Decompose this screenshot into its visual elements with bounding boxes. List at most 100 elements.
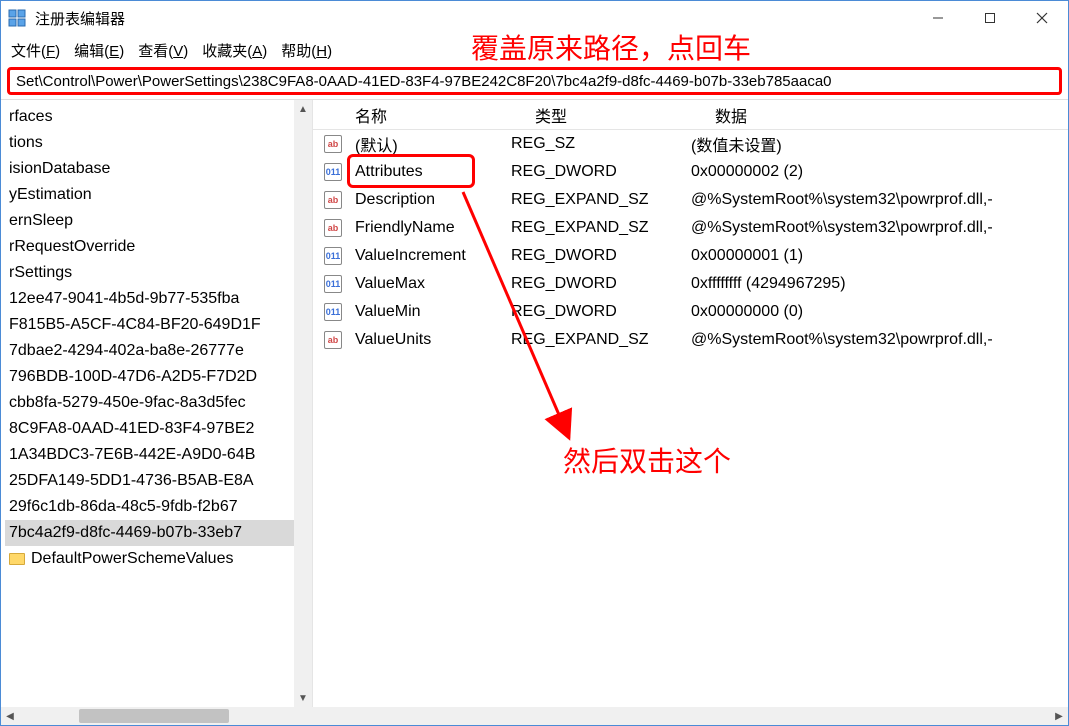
tree-item-label: DefaultPowerSchemeValues [31, 550, 233, 567]
minimize-button[interactable] [912, 1, 964, 35]
binary-value-icon: 011 [324, 303, 342, 321]
string-value-icon: ab [324, 219, 342, 237]
tree-panel: rfaces tions isionDatabase yEstimation ernSl… [1, 100, 313, 707]
binary-value-icon: 011 [324, 247, 342, 265]
menubar: 文件(F) 编辑(E) 查看(V) 收藏夹(A) 帮助(H) [1, 35, 1068, 65]
folder-icon [9, 553, 25, 565]
cell-type: REG_EXPAND_SZ [501, 219, 681, 237]
string-value-icon: ab [324, 331, 342, 349]
tree-item-label: F815B5-A5CF-4C84-BF20-649D1F [9, 316, 261, 333]
cell-type: REG_EXPAND_SZ [501, 191, 681, 209]
close-button[interactable] [1016, 1, 1068, 35]
tree-item[interactable]: DefaultPowerSchemeValues [5, 546, 312, 572]
window-root: 注册表编辑器 覆盖原来路径，点回车 文件(F) 编辑(E) 查看(V) 收藏夹(… [0, 0, 1069, 726]
table-row[interactable]: abDescriptionREG_EXPAND_SZ@%SystemRoot%\… [313, 186, 1068, 214]
hscroll-thumb[interactable] [79, 709, 229, 723]
tree-item[interactable]: yEstimation [5, 182, 312, 208]
table-row[interactable]: 011ValueIncrementREG_DWORD0x00000001 (1) [313, 242, 1068, 270]
address-bar[interactable]: Set\Control\Power\PowerSettings\238C9FA8… [7, 67, 1062, 95]
tree-item-label: rRequestOverride [9, 238, 135, 255]
menu-help[interactable]: 帮助(H) [281, 40, 332, 61]
menu-edit[interactable]: 编辑(E) [74, 40, 124, 61]
cell-data: 0x00000002 (2) [681, 163, 1068, 181]
cell-data: @%SystemRoot%\system32\powrprof.dll,- [681, 331, 1068, 349]
cell-name: (默认) [345, 132, 501, 156]
tree-item[interactable]: 8C9FA8-0AAD-41ED-83F4-97BE2 [5, 416, 312, 442]
tree-item[interactable]: ernSleep [5, 208, 312, 234]
table-row[interactable]: 011ValueMinREG_DWORD0x00000000 (0) [313, 298, 1068, 326]
cell-name: ValueIncrement [345, 247, 501, 265]
hscrollbar[interactable]: ◀ ▶ [1, 707, 1068, 725]
tree-item[interactable]: rfaces [5, 104, 312, 130]
tree-item[interactable]: 12ee47-9041-4b5d-9b77-535fba [5, 286, 312, 312]
tree-vscrollbar[interactable]: ▲ ▼ [294, 100, 312, 707]
scroll-left-icon[interactable]: ◀ [1, 711, 19, 722]
annotation-mid: 然后双击这个 [563, 440, 731, 480]
app-icon [7, 8, 27, 28]
menu-favorites[interactable]: 收藏夹(A) [202, 40, 267, 61]
cell-name: Attributes [345, 163, 501, 181]
content-area: rfaces tions isionDatabase yEstimation ernSl… [1, 99, 1068, 707]
cell-type: REG_SZ [501, 135, 681, 153]
tree-item-label: rSettings [9, 264, 72, 281]
cell-type: REG_DWORD [501, 163, 681, 181]
cell-data: @%SystemRoot%\system32\powrprof.dll,- [681, 191, 1068, 209]
tree-item-label: 796BDB-100D-47D6-A2D5-F7D2D [9, 368, 257, 385]
cell-type: REG_EXPAND_SZ [501, 331, 681, 349]
list-header: 名称 类型 数据 [313, 100, 1068, 130]
tree-item-label: 8C9FA8-0AAD-41ED-83F4-97BE2 [9, 420, 254, 437]
string-value-icon: ab [324, 135, 342, 153]
cell-name: ValueMin [345, 303, 501, 321]
tree-item[interactable]: F815B5-A5CF-4C84-BF20-649D1F [5, 312, 312, 338]
table-row[interactable]: abValueUnitsREG_EXPAND_SZ@%SystemRoot%\s… [313, 326, 1068, 354]
titlebar: 注册表编辑器 [1, 1, 1068, 35]
tree-item[interactable]: cbb8fa-5279-450e-9fac-8a3d5fec [5, 390, 312, 416]
scroll-up-icon[interactable]: ▲ [298, 100, 308, 118]
col-header-type[interactable]: 类型 [525, 103, 705, 127]
cell-name: ValueUnits [345, 331, 501, 349]
tree-item[interactable]: isionDatabase [5, 156, 312, 182]
cell-data: @%SystemRoot%\system32\powrprof.dll,- [681, 219, 1068, 237]
tree-item[interactable]: 7bc4a2f9-d8fc-4469-b07b-33eb7 [5, 520, 312, 546]
tree-item-label: yEstimation [9, 186, 92, 203]
tree-item[interactable]: 1A34BDC3-7E6B-442E-A9D0-64B [5, 442, 312, 468]
tree-item[interactable]: 796BDB-100D-47D6-A2D5-F7D2D [5, 364, 312, 390]
table-row[interactable]: 011ValueMaxREG_DWORD0xffffffff (42949672… [313, 270, 1068, 298]
scroll-right-icon[interactable]: ▶ [1050, 711, 1068, 722]
maximize-button[interactable] [964, 1, 1016, 35]
col-header-name[interactable]: 名称 [345, 103, 525, 127]
list-panel: 名称 类型 数据 ab(默认)REG_SZ(数值未设置)011Attribute… [313, 100, 1068, 707]
tree-item-label: 29f6c1db-86da-48c5-9fdb-f2b67 [9, 498, 238, 515]
tree-item[interactable]: rSettings [5, 260, 312, 286]
tree-item-label: cbb8fa-5279-450e-9fac-8a3d5fec [9, 394, 246, 411]
cell-data: (数值未设置) [681, 132, 1068, 156]
tree-item-label: tions [9, 134, 43, 151]
tree-item[interactable]: 25DFA149-5DD1-4736-B5AB-E8A [5, 468, 312, 494]
tree-item[interactable]: 29f6c1db-86da-48c5-9fdb-f2b67 [5, 494, 312, 520]
tree-item[interactable]: 7dbae2-4294-402a-ba8e-26777e [5, 338, 312, 364]
cell-data: 0x00000001 (1) [681, 247, 1068, 265]
binary-value-icon: 011 [324, 163, 342, 181]
cell-type: REG_DWORD [501, 275, 681, 293]
table-row[interactable]: abFriendlyNameREG_EXPAND_SZ@%SystemRoot%… [313, 214, 1068, 242]
menu-file[interactable]: 文件(F) [11, 40, 60, 61]
menu-view[interactable]: 查看(V) [138, 40, 188, 61]
string-value-icon: ab [324, 191, 342, 209]
scroll-down-icon[interactable]: ▼ [298, 689, 308, 707]
cell-name: Description [345, 191, 501, 209]
cell-name: ValueMax [345, 275, 501, 293]
tree-item[interactable]: tions [5, 130, 312, 156]
col-header-data[interactable]: 数据 [705, 103, 1068, 127]
tree-item-label: rfaces [9, 108, 53, 125]
table-row[interactable]: 011AttributesREG_DWORD0x00000002 (2) [313, 158, 1068, 186]
tree-item-label: 25DFA149-5DD1-4736-B5AB-E8A [9, 472, 254, 489]
window-buttons [912, 1, 1068, 35]
tree-item-label: isionDatabase [9, 160, 110, 177]
tree-item-label: 7bc4a2f9-d8fc-4469-b07b-33eb7 [9, 524, 242, 541]
binary-value-icon: 011 [324, 275, 342, 293]
tree-item[interactable]: rRequestOverride [5, 234, 312, 260]
tree-item-label: 12ee47-9041-4b5d-9b77-535fba [9, 290, 239, 307]
cell-data: 0xffffffff (4294967295) [681, 275, 1068, 293]
table-row[interactable]: ab(默认)REG_SZ(数值未设置) [313, 130, 1068, 158]
cell-type: REG_DWORD [501, 303, 681, 321]
